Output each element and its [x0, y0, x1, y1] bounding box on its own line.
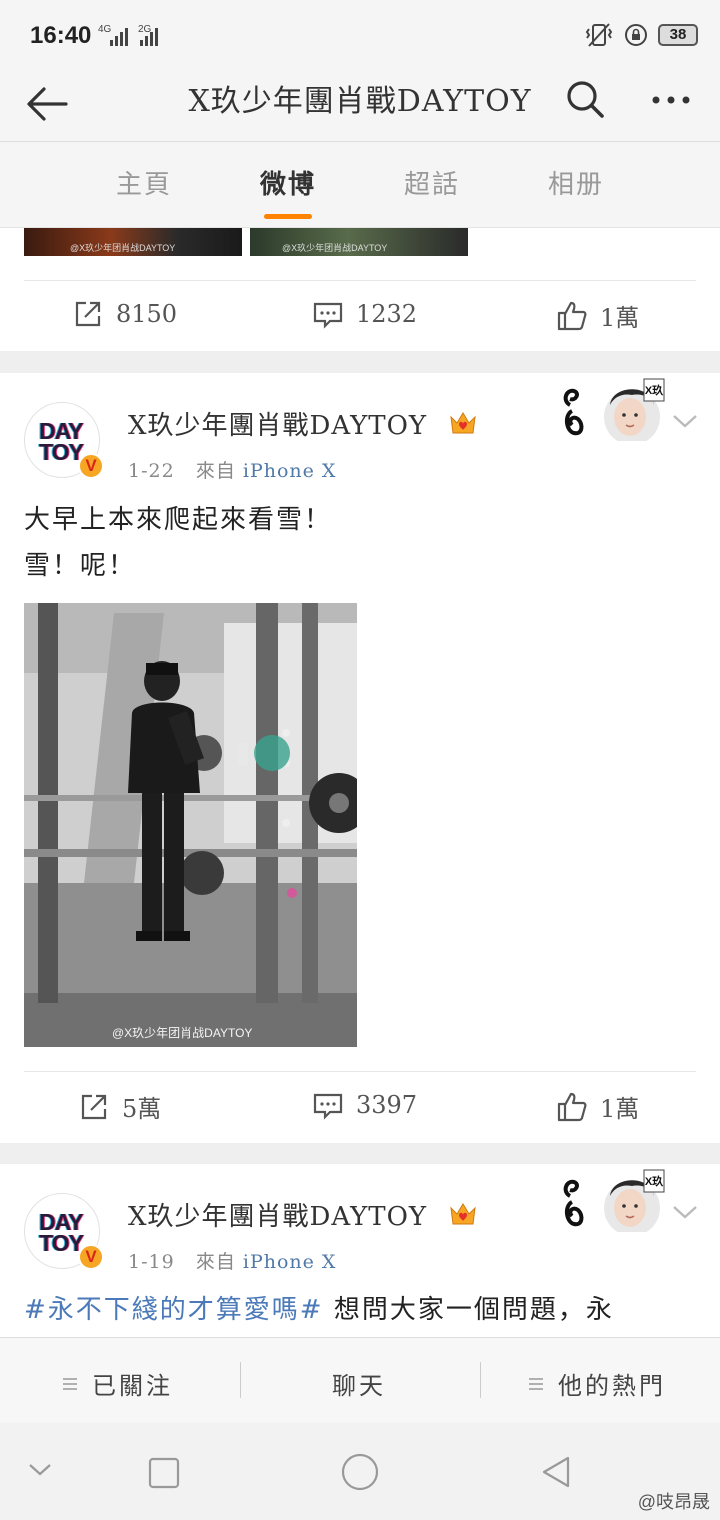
post-source[interactable]: iPhone X [243, 460, 337, 482]
his-hot-label: 他的熱門 [558, 1372, 666, 1400]
active-tab-indicator [264, 214, 312, 219]
divider [240, 1362, 241, 1398]
post-text: 大早上本來爬起來看雪！ 雪！呢！ [24, 497, 332, 589]
divider [24, 280, 696, 281]
system-navigation-bar [0, 1423, 720, 1520]
post-source-prefix: 來自 [195, 1251, 236, 1273]
post-username[interactable]: X玖少年團肖戰DAYTOY [128, 405, 427, 442]
hide-nav-chevron-icon[interactable] [26, 1459, 54, 1481]
weibo-watermark: @吱昂晟 [637, 1492, 710, 1512]
tab-super-topic[interactable]: 超話 [382, 164, 482, 201]
following-label: 已關注 [92, 1372, 173, 1400]
post-text-line: 大早上本來爬起來看雪！ [24, 505, 333, 535]
tab-home[interactable]: 主頁 [94, 164, 194, 201]
thumbs-up-icon [557, 1092, 587, 1121]
repost-icon [81, 1094, 107, 1119]
post-username[interactable]: X玖少年團肖戰DAYTOY [128, 1196, 427, 1233]
search-icon[interactable] [562, 76, 608, 122]
signal-icon-1 [108, 26, 130, 46]
post-source-prefix: 來自 [195, 460, 236, 482]
post-source[interactable]: iPhone X [243, 1251, 337, 1273]
deco-badge-text: X玖 [645, 383, 664, 397]
repost-button[interactable]: 5萬 [78, 1089, 161, 1124]
battery-icon: 38 [658, 24, 698, 46]
profile-decoration-badge[interactable]: X玖 [560, 1166, 666, 1232]
tab-album[interactable]: 相册 [526, 164, 626, 201]
post-text-line: 想問大家一個問題，永 [323, 1295, 614, 1325]
more-options-icon[interactable] [646, 76, 696, 122]
signal-icon-2 [138, 26, 160, 46]
image-watermark: @X玖少年团肖战DAYTOY [70, 243, 176, 253]
deco-badge-text: X玖 [645, 1174, 664, 1188]
post-photo[interactable]: @X玖少年团肖战DAYTOY [24, 603, 357, 1047]
vip-crown-icon [450, 412, 476, 434]
page-title: X玖少年團肖戰DAYTOY [188, 84, 532, 119]
image-watermark: @X玖少年团肖战DAYTOY [112, 1026, 253, 1040]
like-button[interactable]: 1萬 [556, 298, 639, 333]
status-time: 16:40 [30, 22, 92, 49]
comment-icon [313, 302, 343, 329]
like-count: 1萬 [600, 1095, 640, 1123]
divider [24, 1071, 696, 1072]
post-card: DAY TOY V X玖少年團肖戰DAYTOY 1-22 來自 iPhone X… [0, 373, 720, 1143]
home-icon[interactable] [340, 1452, 380, 1492]
chevron-down-icon[interactable] [670, 1197, 700, 1227]
repost-count: 5萬 [122, 1095, 162, 1123]
his-hot-button[interactable]: 他的熱門 [528, 1366, 666, 1401]
chevron-down-icon[interactable] [670, 406, 700, 436]
divider [480, 1362, 481, 1398]
following-button[interactable]: 已關注 [62, 1366, 173, 1401]
post-text-line: 雪！呢！ [24, 551, 137, 581]
post-text: #永不下綫的才算愛嗎# 想問大家一個問題，永 [24, 1287, 614, 1333]
verified-badge-icon: V [78, 1244, 104, 1270]
post-image-thumbnail[interactable]: @X玖少年团肖战DAYTOY [250, 228, 468, 256]
profile-bottom-bar: 已關注 聊天 他的熱門 [0, 1337, 720, 1423]
avatar-text: TOY [39, 1230, 84, 1256]
rotation-lock-icon [625, 24, 647, 46]
comment-button[interactable]: 3397 [312, 1089, 417, 1121]
post-meta: 1-22 來自 iPhone X [128, 456, 336, 483]
tab-weibo[interactable]: 微博 [238, 164, 338, 201]
recent-apps-icon[interactable] [147, 1456, 181, 1490]
comment-icon [313, 1093, 343, 1120]
vip-crown-icon [450, 1203, 476, 1225]
chat-label: 聊天 [332, 1372, 386, 1400]
top-nav-bar: X玖少年團肖戰DAYTOY [0, 70, 720, 142]
image-watermark: @X玖少年团肖战DAYTOY [282, 243, 388, 253]
gym-mirror-selfie-image [24, 603, 357, 1047]
status-icons: 38 [584, 22, 698, 48]
thumbs-up-icon [557, 301, 587, 330]
repost-button[interactable]: 8150 [72, 298, 177, 330]
post-date: 1-19 [128, 1251, 175, 1273]
menu-lines-icon [529, 1377, 543, 1390]
profile-tab-bar: 主頁 微博 超話 相册 [0, 142, 720, 228]
menu-lines-icon [63, 1377, 77, 1390]
like-button[interactable]: 1萬 [556, 1089, 639, 1124]
comment-count: 3397 [356, 1091, 418, 1119]
post-card: DAY TOY V X玖少年團肖戰DAYTOY 1-19 來自 iPhone X… [0, 1164, 720, 1337]
status-bar: 16:40 4G 2G 38 [0, 0, 720, 70]
chat-button[interactable]: 聊天 [332, 1366, 386, 1401]
post-date: 1-22 [128, 460, 175, 482]
verified-badge-icon: V [78, 453, 104, 479]
repost-count: 8150 [116, 300, 178, 328]
avatar-text: TOY [39, 439, 84, 465]
comment-button[interactable]: 1232 [312, 298, 417, 330]
comment-count: 1232 [356, 300, 418, 328]
post-topic-link[interactable]: #永不下綫的才算愛嗎# [24, 1295, 324, 1325]
like-count: 1萬 [600, 304, 640, 332]
post-meta: 1-19 來自 iPhone X [128, 1247, 336, 1274]
post-image-thumbnail[interactable]: @X玖少年团肖战DAYTOY [24, 228, 242, 256]
profile-decoration-badge[interactable]: X玖 [560, 375, 666, 441]
back-triangle-icon[interactable] [538, 1454, 574, 1490]
vibrate-icon [585, 23, 613, 47]
previous-post-card: @X玖少年团肖战DAYTOY @X玖少年团肖战DAYTOY 8150 1232 … [0, 228, 720, 351]
repost-icon [75, 301, 101, 327]
